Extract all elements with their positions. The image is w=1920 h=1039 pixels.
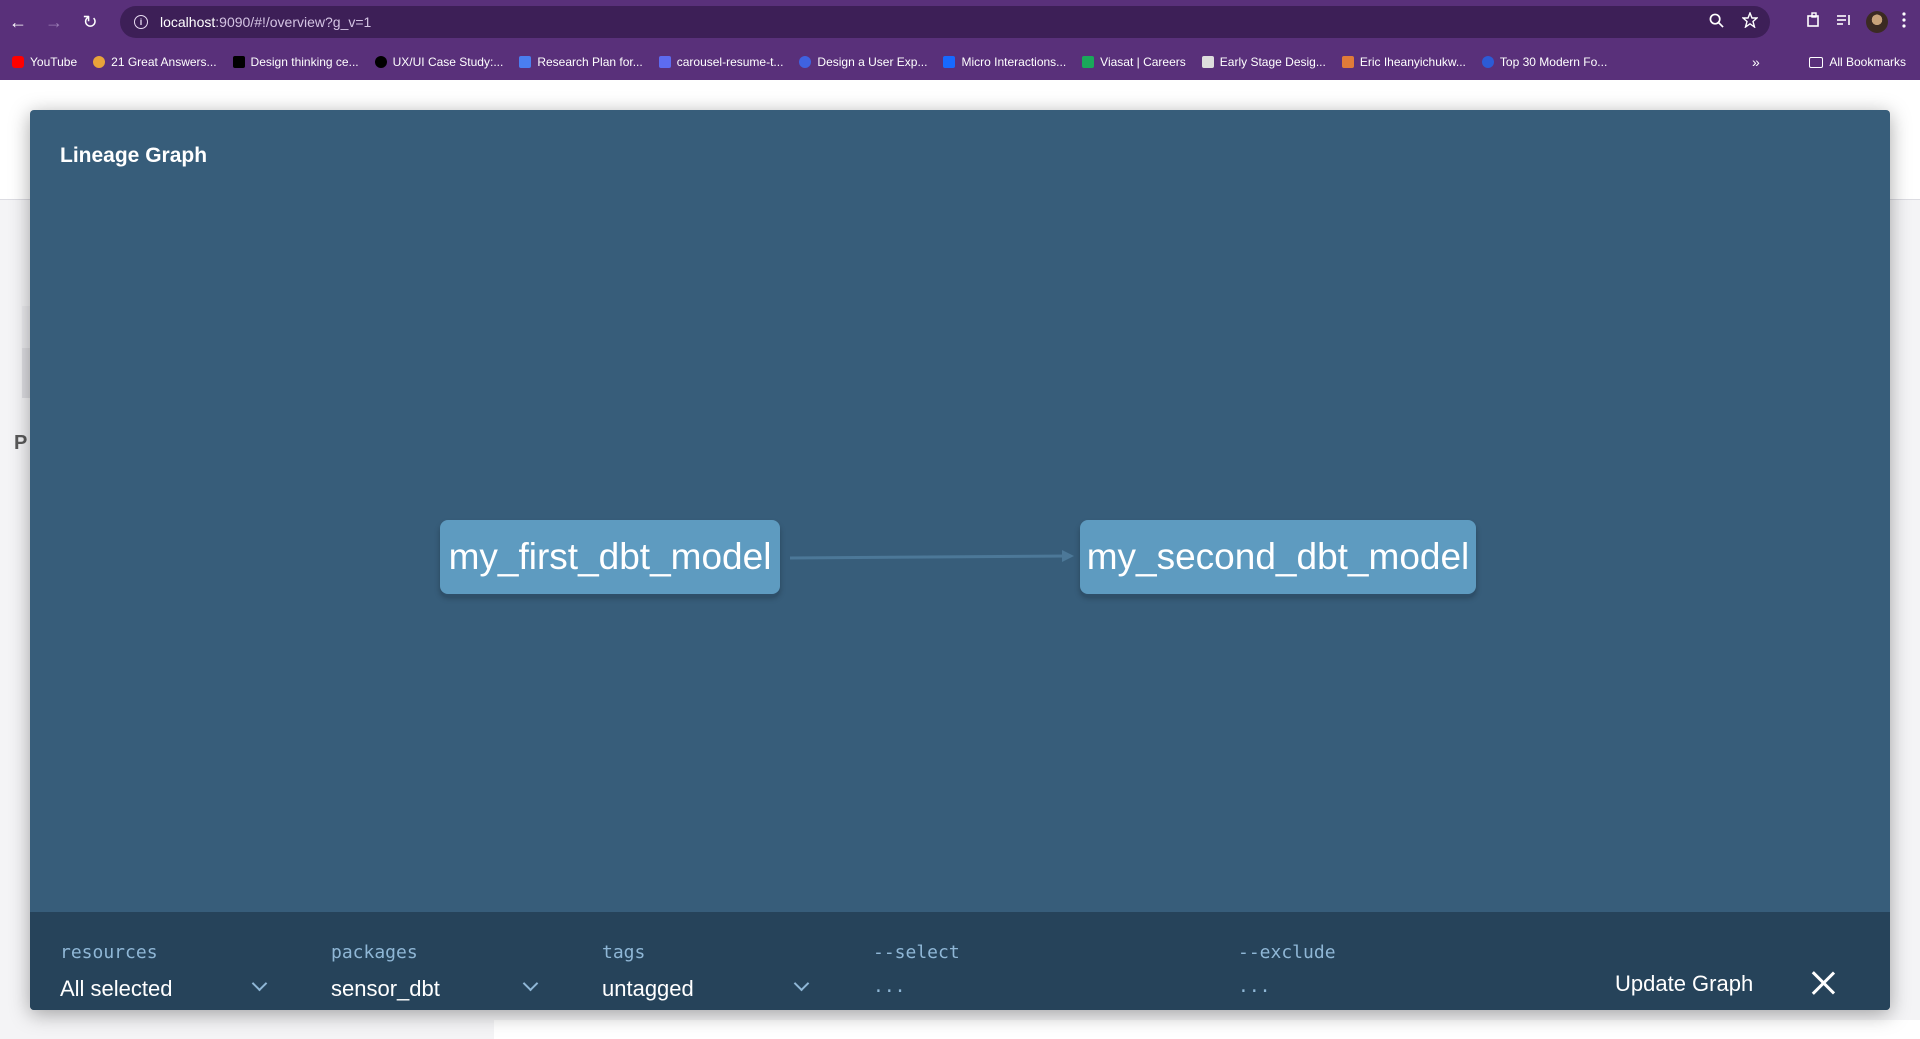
url-text[interactable]: localhost:9090/#!/overview?g_v=1 (160, 14, 371, 30)
profile-avatar[interactable] (1866, 11, 1888, 33)
tags-label: tags (602, 942, 646, 963)
site-favicon-icon (1201, 56, 1214, 68)
graph-node-my-second-dbt-model[interactable]: my_second_dbt_model (1080, 520, 1476, 594)
lineage-graph-modal: Lineage Graph my_first_dbt_model my_seco… (30, 110, 1890, 1010)
chevron-down-icon (522, 975, 539, 992)
chevron-double-right-icon: » (1752, 54, 1760, 70)
exclude-value[interactable]: ... (1238, 976, 1271, 997)
all-bookmarks-button[interactable]: All Bookmarks (1809, 44, 1906, 80)
reload-icon: ↻ (82, 11, 98, 32)
resources-value: All selected (60, 976, 173, 1001)
tags-filter[interactable]: tags untagged (602, 912, 822, 1010)
close-icon[interactable] (1810, 970, 1836, 996)
reload-button[interactable]: ↻ (72, 0, 108, 44)
bookmark-item[interactable]: Micro Interactions... (943, 55, 1066, 69)
extensions-icon[interactable] (1806, 12, 1822, 32)
bookmarks-bar: YouTube 21 Great Answers... Design think… (0, 44, 1920, 80)
google-docs-icon (519, 56, 532, 68)
bookmark-item[interactable]: Early Stage Desig... (1201, 55, 1326, 69)
bookmark-item[interactable]: 21 Great Answers... (93, 55, 217, 69)
bookmark-item[interactable]: Design thinking ce... (232, 55, 359, 69)
edge-line (789, 554, 1069, 560)
select-value[interactable]: ... (873, 976, 906, 997)
graph-filter-toolbar: resources All selected packages sensor_d… (30, 912, 1890, 1010)
check-circle-icon (93, 56, 106, 68)
bookmark-item[interactable]: Design a User Exp... (799, 55, 927, 69)
browser-toolbar: ← → ↻ i localhost:9090/#!/overview?g_v=1 (0, 0, 1920, 44)
site-favicon-icon (799, 56, 812, 68)
graph-edges (789, 550, 1074, 562)
site-info-icon[interactable]: i (134, 15, 148, 29)
bookmark-item[interactable]: UX/UI Case Study:... (374, 55, 503, 69)
tags-value: untagged (602, 976, 694, 1001)
graph-canvas[interactable]: Lineage Graph my_first_dbt_model my_seco… (30, 110, 1890, 912)
bookmark-item[interactable]: Research Plan for... (519, 55, 643, 69)
site-favicon-icon (1082, 56, 1095, 68)
site-favicon-icon (1341, 56, 1354, 68)
kebab-menu-icon[interactable] (1902, 12, 1906, 32)
more-bookmarks-button[interactable]: » (1752, 44, 1760, 80)
bookmark-item[interactable]: Top 30 Modern Fo... (1481, 55, 1607, 69)
media-queue-icon[interactable] (1836, 12, 1852, 32)
packages-filter[interactable]: packages sensor_dbt (331, 912, 551, 1010)
bookmark-item[interactable]: carousel-resume-t... (658, 55, 783, 69)
medium-icon (374, 56, 387, 68)
behance-icon (943, 56, 956, 68)
address-bar[interactable]: i localhost:9090/#!/overview?g_v=1 (120, 6, 1770, 38)
update-graph-button[interactable]: Update Graph (1605, 964, 1763, 1004)
bookmark-item[interactable]: YouTube (12, 55, 77, 69)
exclude-label: --exclude (1238, 942, 1336, 963)
select-label: --select (873, 942, 960, 963)
youtube-icon (12, 56, 24, 68)
packages-label: packages (331, 942, 418, 963)
site-favicon-icon (1481, 56, 1494, 68)
chevron-down-icon (251, 975, 268, 992)
arrow-left-icon: ← (9, 11, 27, 32)
resources-label: resources (60, 942, 158, 963)
chevron-down-icon (793, 975, 810, 992)
packages-value: sensor_dbt (331, 976, 440, 1001)
arrow-right-icon: → (45, 11, 63, 32)
site-favicon-icon (232, 56, 245, 68)
site-favicon-icon (658, 56, 671, 68)
edge-arrowhead (1062, 550, 1074, 562)
resources-filter[interactable]: resources All selected (60, 912, 280, 1010)
forward-button[interactable]: → (36, 0, 72, 44)
graph-node-my-first-dbt-model[interactable]: my_first_dbt_model (440, 520, 780, 594)
content-area (494, 1020, 1920, 1039)
bookmark-item[interactable]: Viasat | Careers (1082, 55, 1186, 69)
zoom-icon[interactable] (1709, 13, 1724, 32)
select-input[interactable]: --select ... (873, 912, 1193, 1010)
bookmark-star-icon[interactable] (1741, 11, 1759, 32)
page-heading-fragment: P (14, 432, 28, 454)
exclude-input[interactable]: --exclude ... (1238, 912, 1558, 1010)
folder-icon (1809, 56, 1824, 68)
bookmark-item[interactable]: Eric Iheanyichukw... (1341, 55, 1466, 69)
back-button[interactable]: ← (0, 0, 36, 44)
